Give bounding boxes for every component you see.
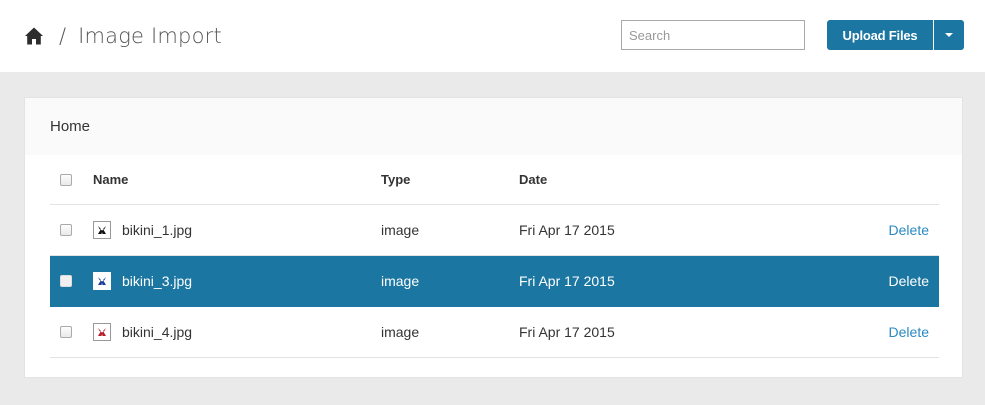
upload-dropdown-toggle[interactable] [934, 20, 964, 50]
delete-link[interactable]: Delete [889, 324, 929, 340]
file-date: Fri Apr 17 2015 [519, 222, 615, 238]
column-header-date[interactable]: Date [519, 172, 547, 187]
file-date: Fri Apr 17 2015 [519, 324, 615, 340]
column-header-type[interactable]: Type [381, 172, 410, 187]
file-name-cell: bikini_1.jpg [93, 221, 192, 239]
file-table: Name Type Date bikini_1.jpg image Fri Ap… [50, 155, 939, 358]
file-name: bikini_4.jpg [122, 324, 193, 340]
upload-files-button[interactable]: Upload Files [827, 20, 933, 50]
table-row[interactable]: bikini_4.jpg image Fri Apr 17 2015 Delet… [50, 307, 939, 358]
file-name: bikini_1.jpg [122, 222, 193, 238]
home-icon[interactable] [24, 26, 44, 46]
row-checkbox[interactable] [60, 224, 72, 236]
image-thumbnail-icon [93, 272, 111, 290]
select-all-checkbox[interactable] [60, 173, 72, 186]
file-name-cell: bikini_4.jpg [93, 323, 192, 341]
top-bar: / Image Import Upload Files [0, 0, 985, 72]
row-checkbox[interactable] [60, 326, 72, 338]
panel-title: Home [25, 98, 962, 155]
table-row[interactable]: bikini_1.jpg image Fri Apr 17 2015 Delet… [50, 205, 939, 256]
file-type: image [381, 324, 420, 340]
table-header: Name Type Date [50, 155, 939, 205]
row-checkbox[interactable] [60, 275, 72, 287]
page-title: Image Import [78, 24, 222, 48]
file-type: image [381, 273, 420, 289]
caret-down-icon [945, 33, 953, 37]
search-input[interactable] [621, 20, 805, 50]
upload-button-group: Upload Files [827, 20, 964, 50]
delete-link[interactable]: Delete [889, 273, 929, 289]
image-thumbnail-icon [93, 221, 111, 239]
file-panel: Home Name Type Date bikini_1.jpg image F… [24, 97, 963, 378]
table-row[interactable]: bikini_3.jpg image Fri Apr 17 2015 Delet… [50, 256, 939, 307]
breadcrumb: / Image Import [24, 22, 222, 50]
file-type: image [381, 222, 420, 238]
file-name: bikini_3.jpg [122, 273, 193, 289]
image-thumbnail-icon [93, 323, 111, 341]
delete-link[interactable]: Delete [889, 222, 929, 238]
file-name-cell: bikini_3.jpg [93, 272, 192, 290]
file-date: Fri Apr 17 2015 [519, 273, 615, 289]
breadcrumb-separator: / [59, 24, 67, 48]
column-header-name[interactable]: Name [93, 172, 128, 187]
